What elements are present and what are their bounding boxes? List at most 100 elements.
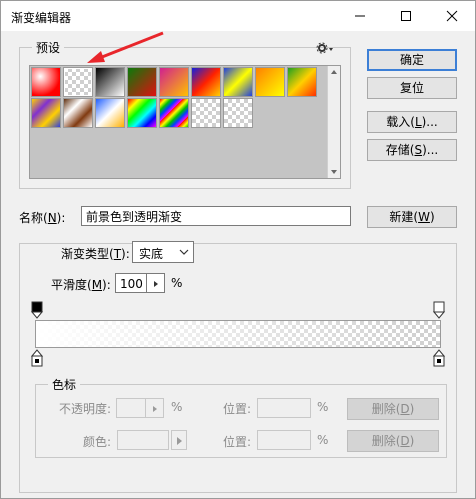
preset-swatch[interactable] bbox=[287, 67, 317, 97]
maximize-icon bbox=[401, 11, 411, 21]
minimize-button[interactable] bbox=[337, 1, 383, 31]
gradient-type-select[interactable]: 实底 bbox=[132, 241, 194, 263]
smoothness-input[interactable]: 100 bbox=[115, 273, 147, 293]
preset-swatch[interactable] bbox=[127, 67, 157, 97]
smoothness-label-suffix: ): bbox=[102, 278, 111, 292]
presets-menu-button[interactable] bbox=[315, 41, 335, 55]
opacity-input[interactable] bbox=[116, 398, 146, 418]
gradient-bar[interactable] bbox=[35, 320, 441, 348]
close-icon bbox=[446, 10, 458, 22]
opacity-stop-left[interactable] bbox=[30, 301, 44, 319]
color-swatch-input[interactable] bbox=[117, 430, 169, 450]
delete-button-key: D bbox=[400, 434, 410, 448]
save-button-label: 存储( bbox=[385, 143, 415, 157]
chevron-right-icon bbox=[154, 281, 158, 287]
chevron-right-icon bbox=[177, 437, 182, 445]
gradient-type-label-suffix: ): bbox=[121, 247, 130, 261]
stops-legend: 色标 bbox=[52, 378, 77, 392]
color-stop-left[interactable] bbox=[30, 349, 44, 367]
reset-button-label: 复位 bbox=[399, 81, 424, 95]
dialog-body: 预设 确定 复位 载入(L)... 存储(S)... 名称(N): 前景色到透明… bbox=[1, 31, 475, 498]
name-label-suffix: ): bbox=[56, 211, 66, 225]
annotation-arrow-icon bbox=[87, 31, 164, 63]
opacity-stop-icon bbox=[30, 301, 44, 319]
color-stop-right[interactable] bbox=[432, 349, 446, 367]
color-picker-button[interactable] bbox=[171, 430, 187, 450]
preset-swatch[interactable] bbox=[255, 67, 285, 97]
preset-swatch-selected[interactable] bbox=[63, 67, 93, 97]
gradient-fill bbox=[36, 321, 440, 347]
maximize-button[interactable] bbox=[383, 1, 429, 31]
color-position-unit: % bbox=[317, 433, 329, 447]
save-button-key: S bbox=[414, 143, 423, 157]
color-stop-icon bbox=[432, 349, 446, 367]
preset-swatch[interactable] bbox=[223, 67, 253, 97]
gear-icon bbox=[316, 42, 333, 54]
save-button-suffix: )... bbox=[422, 143, 439, 157]
new-button[interactable]: 新建(W) bbox=[367, 206, 457, 228]
preset-scrollbar[interactable] bbox=[327, 66, 340, 178]
name-label: 名称(N): bbox=[19, 209, 65, 226]
opacity-position-label: 位置: bbox=[223, 402, 252, 416]
color-label: 颜色: bbox=[83, 435, 112, 449]
preset-swatch[interactable] bbox=[31, 67, 61, 97]
minimize-icon bbox=[355, 15, 365, 17]
load-button-key: L bbox=[414, 115, 422, 129]
preset-swatch[interactable] bbox=[95, 98, 125, 128]
gradient-editor-window: 渐变编辑器 预设 确定 复位 载入(L)... 存储(S)... 名称(N): … bbox=[0, 0, 476, 499]
preset-swatch[interactable] bbox=[159, 98, 189, 128]
presets-legend: 预设 bbox=[36, 41, 61, 55]
delete-button-suffix: ) bbox=[409, 402, 415, 416]
scroll-arrows-icon bbox=[331, 70, 337, 174]
title-bar[interactable]: 渐变编辑器 bbox=[1, 1, 475, 31]
preset-swatch[interactable] bbox=[63, 98, 93, 128]
reset-button[interactable]: 复位 bbox=[367, 77, 457, 99]
load-button-label: 载入( bbox=[386, 115, 415, 129]
preset-swatch[interactable] bbox=[223, 98, 253, 128]
opacity-unit: % bbox=[171, 400, 183, 414]
new-button-suffix: ) bbox=[429, 210, 435, 224]
delete-opacity-stop-button[interactable]: 删除(D) bbox=[347, 398, 439, 420]
preset-swatch[interactable] bbox=[31, 98, 61, 128]
new-button-label: 新建( bbox=[389, 210, 419, 224]
delete-button-key: D bbox=[400, 402, 410, 416]
load-button[interactable]: 载入(L)... bbox=[367, 111, 457, 133]
preset-swatch[interactable] bbox=[95, 67, 125, 97]
chevron-right-icon bbox=[153, 406, 157, 412]
preset-swatch[interactable] bbox=[191, 98, 221, 128]
smoothness-label-key: M bbox=[91, 278, 103, 292]
smoothness-label-text: 平滑度( bbox=[51, 278, 92, 292]
preset-swatch[interactable] bbox=[191, 67, 221, 97]
opacity-label: 不透明度: bbox=[59, 402, 112, 416]
gradient-type-value: 实底 bbox=[139, 247, 164, 261]
gradient-type-label: 渐变类型(T): bbox=[58, 245, 133, 262]
preset-swatch[interactable] bbox=[159, 67, 189, 97]
ok-button[interactable]: 确定 bbox=[367, 49, 457, 71]
color-stop-icon bbox=[30, 349, 44, 367]
delete-color-stop-button[interactable]: 删除(D) bbox=[347, 430, 439, 452]
new-button-key: W bbox=[418, 210, 430, 224]
close-button[interactable] bbox=[429, 1, 475, 31]
color-position-label: 位置: bbox=[223, 435, 252, 449]
name-label-key: N bbox=[47, 211, 57, 225]
load-button-suffix: )... bbox=[421, 115, 438, 129]
window-title: 渐变编辑器 bbox=[11, 11, 72, 25]
smoothness-unit: % bbox=[171, 276, 183, 290]
opacity-slider-button[interactable] bbox=[146, 398, 164, 418]
preset-swatch[interactable] bbox=[127, 98, 157, 128]
smoothness-label: 平滑度(M): bbox=[51, 276, 111, 293]
name-label-text: 名称( bbox=[19, 211, 48, 225]
delete-button-label: 删除( bbox=[371, 434, 401, 448]
opacity-stop-icon bbox=[432, 301, 446, 319]
delete-button-suffix: ) bbox=[409, 434, 415, 448]
opacity-position-unit: % bbox=[317, 400, 329, 414]
chevron-down-icon bbox=[179, 249, 189, 255]
gradient-type-label-key: T bbox=[113, 247, 122, 261]
delete-button-label: 删除( bbox=[371, 402, 401, 416]
opacity-stop-right[interactable] bbox=[432, 301, 446, 319]
save-button[interactable]: 存储(S)... bbox=[367, 139, 457, 161]
name-input[interactable]: 前景色到透明渐变 bbox=[81, 206, 351, 226]
smoothness-slider-button[interactable] bbox=[147, 273, 165, 293]
color-position-input[interactable] bbox=[257, 430, 311, 450]
opacity-position-input[interactable] bbox=[257, 398, 311, 418]
